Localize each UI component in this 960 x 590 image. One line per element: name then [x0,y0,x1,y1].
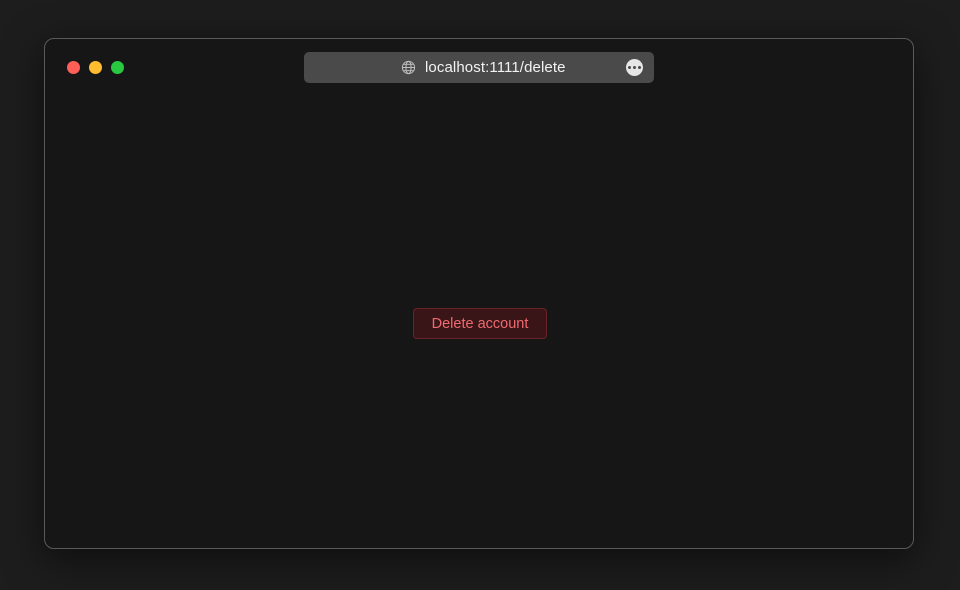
address-bar[interactable]: localhost:1111/delete [304,52,654,83]
url-text[interactable]: localhost:1111/delete [425,59,566,76]
close-window-button[interactable] [67,61,80,74]
traffic-lights [67,61,124,74]
ellipsis-circle-icon[interactable] [626,59,643,76]
maximize-window-button[interactable] [111,61,124,74]
browser-window: localhost:1111/delete Delete account [44,38,914,549]
minimize-window-button[interactable] [89,61,102,74]
globe-icon [401,60,416,75]
delete-account-button[interactable]: Delete account [413,308,547,339]
